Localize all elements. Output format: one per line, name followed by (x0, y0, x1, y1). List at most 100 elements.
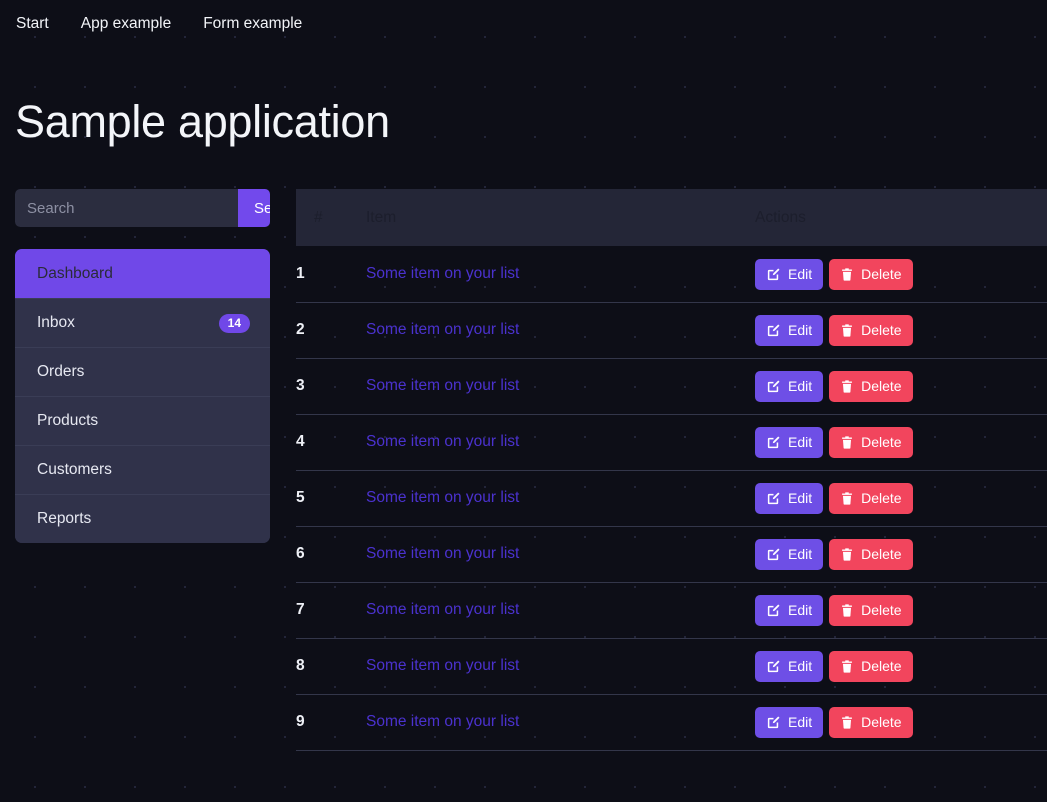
sidebar-item-label: Orders (37, 363, 85, 381)
delete-button[interactable]: Delete (829, 650, 913, 682)
delete-button[interactable]: Delete (829, 594, 913, 626)
row-number: 4 (296, 414, 366, 471)
pencil-square-icon (766, 659, 781, 674)
pencil-square-icon (766, 379, 781, 394)
row-item-link[interactable]: Some item on your list (366, 601, 519, 618)
trash-icon (840, 379, 854, 394)
row-actions-cell: Edit Delete (755, 302, 1047, 359)
trash-icon (840, 435, 854, 450)
row-item-link[interactable]: Some item on your list (366, 545, 519, 562)
sidebar-item-label: Reports (37, 510, 92, 528)
sidebar-item-label: Customers (37, 461, 112, 479)
trash-icon (840, 659, 854, 674)
delete-button-label: Delete (861, 378, 902, 395)
row-item-link[interactable]: Some item on your list (366, 377, 519, 394)
row-actions-cell: Edit Delete (755, 638, 1047, 695)
row-item-cell: Some item on your list (366, 246, 755, 303)
pencil-square-icon (766, 603, 781, 618)
edit-button-label: Edit (788, 266, 813, 282)
edit-button-label: Edit (788, 658, 813, 675)
edit-button[interactable]: Edit (755, 426, 824, 458)
delete-button[interactable]: Delete (829, 706, 913, 738)
sidebar-item-customers[interactable]: Customers (15, 445, 270, 495)
table-row: 3 Some item on your list Edit Delete (296, 358, 1047, 415)
row-item-cell: Some item on your list (366, 694, 755, 751)
delete-button-label: Delete (861, 266, 902, 282)
sidebar-item-orders[interactable]: Orders (15, 347, 270, 397)
page-title: Sample application (15, 96, 390, 147)
column-header-item: Item (366, 189, 755, 247)
row-number: 8 (296, 638, 366, 695)
edit-button[interactable]: Edit (755, 258, 824, 290)
table-row: 1 Some item on your list Edit Delete (296, 246, 1047, 303)
delete-button-label: Delete (861, 322, 902, 339)
table-header-row: # Item Actions (296, 189, 1047, 247)
sidebar-list: Dashboard Inbox 14 Orders Products Custo… (15, 249, 270, 544)
edit-button-label: Edit (788, 546, 813, 563)
delete-button-label: Delete (861, 658, 902, 675)
edit-button[interactable]: Edit (755, 370, 824, 402)
edit-button[interactable]: Edit (755, 650, 824, 682)
row-actions-cell: Edit Delete (755, 470, 1047, 527)
row-number: 2 (296, 302, 366, 359)
edit-button[interactable]: Edit (755, 482, 824, 514)
delete-button[interactable]: Delete (829, 314, 913, 346)
edit-button[interactable]: Edit (755, 314, 824, 346)
row-action-buttons: Edit Delete (755, 538, 1047, 570)
sidebar-item-reports[interactable]: Reports (15, 494, 270, 544)
inbox-count-badge: 14 (218, 313, 250, 333)
pencil-square-icon (766, 547, 781, 562)
row-item-link[interactable]: Some item on your list (366, 321, 519, 338)
row-item-link[interactable]: Some item on your list (366, 657, 519, 674)
pencil-square-icon (766, 323, 781, 338)
sidebar-item-inbox[interactable]: Inbox 14 (15, 298, 270, 348)
nav-link-app-example[interactable]: App example (65, 8, 187, 40)
delete-button[interactable]: Delete (829, 482, 913, 514)
table-row: 7 Some item on your list Edit Delete (296, 582, 1047, 639)
table-row: 8 Some item on your list Edit Delete (296, 638, 1047, 695)
edit-button[interactable]: Edit (755, 594, 824, 626)
edit-button-label: Edit (788, 378, 813, 395)
search-input[interactable] (15, 189, 238, 228)
trash-icon (840, 267, 854, 282)
trash-icon (840, 603, 854, 618)
edit-button[interactable]: Edit (755, 538, 824, 570)
row-number: 1 (296, 246, 366, 303)
table-body: 1 Some item on your list Edit Delete 2 Some i… (296, 246, 1047, 751)
row-item-link[interactable]: Some item on your list (366, 433, 519, 450)
trash-icon (840, 547, 854, 562)
delete-button[interactable]: Delete (829, 538, 913, 570)
row-number: 3 (296, 358, 366, 415)
row-action-buttons: Edit Delete (755, 650, 1047, 682)
sidebar-item-label: Dashboard (37, 264, 113, 282)
delete-button[interactable]: Delete (829, 370, 913, 402)
sidebar-column: Search Dashboard Inbox 14 Orders Product… (0, 189, 270, 544)
delete-button[interactable]: Delete (829, 258, 913, 290)
row-action-buttons: Edit Delete (755, 258, 1047, 290)
delete-button[interactable]: Delete (829, 426, 913, 458)
row-item-link[interactable]: Some item on your list (366, 265, 519, 282)
delete-button-label: Delete (861, 602, 902, 619)
column-header-actions: Actions (755, 189, 1047, 247)
sidebar-item-products[interactable]: Products (15, 396, 270, 446)
row-actions-cell: Edit Delete (755, 358, 1047, 415)
trash-icon (840, 715, 854, 730)
nav-link-form-example[interactable]: Form example (187, 8, 318, 40)
row-item-link[interactable]: Some item on your list (366, 489, 519, 506)
row-item-link[interactable]: Some item on your list (366, 713, 519, 730)
edit-button-label: Edit (788, 322, 813, 339)
row-item-cell: Some item on your list (366, 358, 755, 415)
trash-icon (840, 491, 854, 506)
sidebar-item-dashboard[interactable]: Dashboard (15, 249, 270, 299)
row-item-cell: Some item on your list (366, 470, 755, 527)
row-item-cell: Some item on your list (366, 302, 755, 359)
sidebar-item-label: Inbox (37, 314, 75, 332)
pencil-square-icon (766, 267, 781, 282)
nav-link-start[interactable]: Start (0, 8, 65, 40)
search-button[interactable]: Search (238, 189, 270, 228)
edit-button[interactable]: Edit (755, 706, 824, 738)
row-item-cell: Some item on your list (366, 638, 755, 695)
edit-button-label: Edit (788, 602, 813, 619)
row-number: 6 (296, 526, 366, 583)
table-row: 9 Some item on your list Edit Delete (296, 694, 1047, 751)
